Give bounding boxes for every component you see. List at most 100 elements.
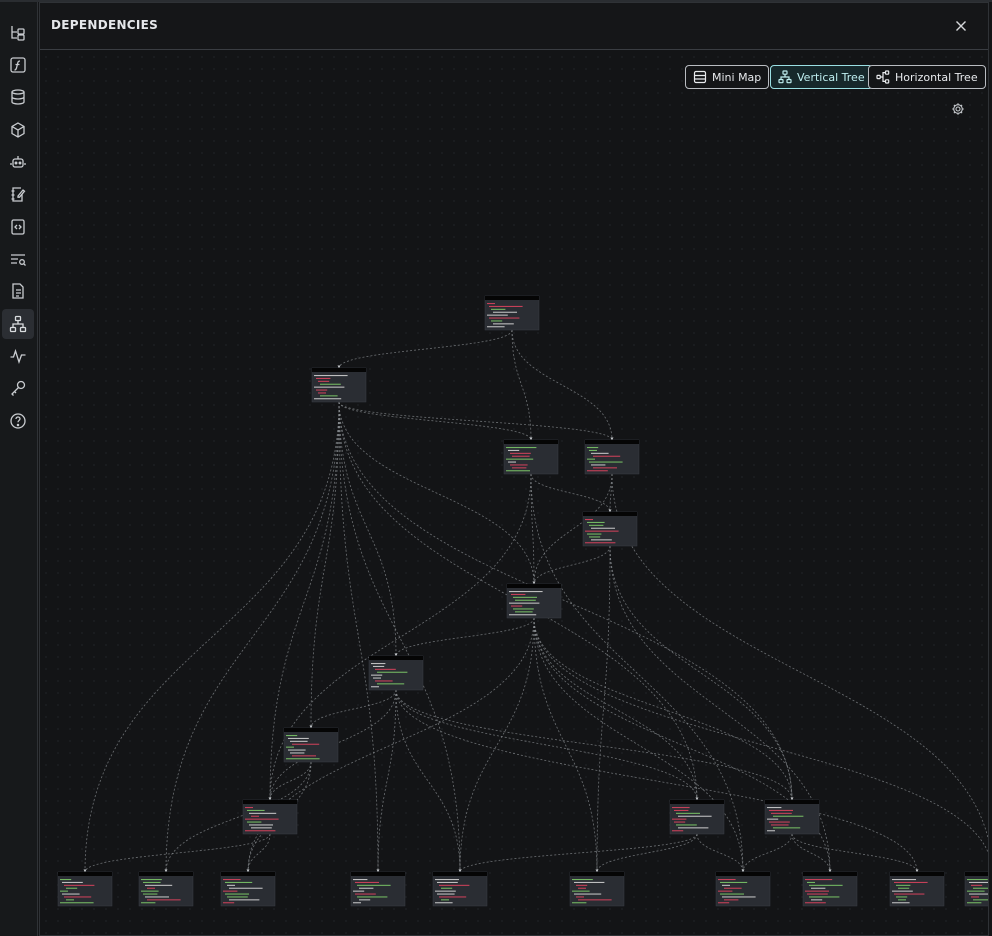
dependency-node[interactable] xyxy=(503,437,559,475)
node-code-line xyxy=(316,389,328,391)
node-input-port xyxy=(458,869,462,872)
dependency-node[interactable] xyxy=(220,869,276,907)
node-input-port xyxy=(246,869,250,872)
mini-map-button[interactable]: Mini Map xyxy=(685,65,770,89)
sidebar-item-database[interactable] xyxy=(2,82,34,112)
dependency-edge xyxy=(533,617,988,855)
sidebar-item-documents[interactable] xyxy=(2,276,34,306)
sidebar-item-functions[interactable] xyxy=(2,50,34,80)
panel-header: DEPENDENCIES xyxy=(40,3,988,50)
node-code-line xyxy=(493,323,514,325)
node-code-line xyxy=(510,452,531,454)
dependency-node[interactable] xyxy=(484,295,540,331)
node-header xyxy=(507,584,561,588)
node-header xyxy=(485,296,539,300)
node-input-port xyxy=(608,509,612,512)
sidebar-item-secrets[interactable] xyxy=(2,373,34,403)
node-body xyxy=(715,871,771,907)
node-code-line xyxy=(585,542,616,544)
close-icon xyxy=(956,21,966,31)
gear-icon[interactable] xyxy=(951,102,965,116)
node-code-line xyxy=(314,386,345,388)
dependency-node[interactable] xyxy=(57,869,113,907)
node-code-line xyxy=(229,899,260,901)
dependency-edge xyxy=(338,401,532,441)
node-code-line xyxy=(722,896,756,898)
dependency-edge xyxy=(395,617,535,657)
node-input-port xyxy=(309,725,313,728)
dependency-node[interactable] xyxy=(311,365,367,403)
dependency-edge xyxy=(395,689,918,873)
dependency-edge xyxy=(338,401,613,441)
node-code-line xyxy=(145,896,169,898)
sidebar-item-packages[interactable] xyxy=(2,115,34,145)
horizontal-tree-button[interactable]: Horizontal Tree xyxy=(868,65,986,89)
sidebar-item-help[interactable] xyxy=(2,406,34,436)
dependency-node[interactable] xyxy=(368,653,424,691)
node-code-line xyxy=(973,887,988,889)
node-code-line xyxy=(316,377,331,379)
dependency-node[interactable] xyxy=(764,797,820,835)
close-button[interactable] xyxy=(952,17,970,35)
sidebar-item-search[interactable] xyxy=(2,244,34,274)
sidebar-item-snippets[interactable] xyxy=(2,212,34,242)
node-code-line xyxy=(587,458,595,460)
node-header xyxy=(351,872,405,876)
node-input-port xyxy=(915,869,919,872)
dependency-graph-canvas[interactable]: Mini Map Vertical Tree Horizontal Tree xyxy=(40,51,988,935)
dependency-node[interactable] xyxy=(584,437,640,475)
dependency-node[interactable] xyxy=(569,869,625,907)
node-code-line xyxy=(489,305,523,307)
dependency-edge xyxy=(395,689,698,801)
dependency-node[interactable] xyxy=(669,797,725,835)
node-code-line xyxy=(247,821,262,823)
dependency-node[interactable] xyxy=(964,870,988,907)
vertical-tree-icon xyxy=(778,70,792,84)
node-code-line xyxy=(513,596,537,598)
node-code-line xyxy=(771,812,792,814)
dependency-edge xyxy=(533,617,698,801)
node-code-line xyxy=(969,881,988,883)
node-header xyxy=(221,872,275,876)
sidebar-item-notebook[interactable] xyxy=(2,179,34,209)
node-body xyxy=(506,583,562,619)
dependency-node[interactable] xyxy=(715,869,771,907)
node-body xyxy=(669,799,725,835)
node-code-line xyxy=(576,884,588,886)
node-code-line xyxy=(585,530,619,532)
node-code-line xyxy=(722,884,730,886)
node-code-line xyxy=(357,884,391,886)
dependency-node[interactable] xyxy=(802,869,858,907)
dependency-node[interactable] xyxy=(283,725,339,763)
node-header xyxy=(243,800,297,804)
dependency-tree-icon xyxy=(9,315,27,333)
node-code-line xyxy=(506,470,530,472)
dependency-node[interactable] xyxy=(582,509,638,547)
node-code-line xyxy=(487,326,505,328)
sidebar-item-explorer[interactable] xyxy=(2,18,34,48)
node-code-line xyxy=(141,890,159,892)
node-code-line xyxy=(771,824,789,826)
node-code-line xyxy=(62,881,83,883)
node-code-line xyxy=(353,902,361,904)
sidebar-item-activity[interactable] xyxy=(2,341,34,371)
dependency-edge xyxy=(338,401,379,873)
node-code-line xyxy=(515,611,533,613)
graph-nodes xyxy=(57,295,988,907)
dependency-node[interactable] xyxy=(138,869,194,907)
vertical-tree-button[interactable]: Vertical Tree xyxy=(770,65,873,89)
sidebar-item-ai-assistant[interactable] xyxy=(2,147,34,177)
dependency-node[interactable] xyxy=(242,797,298,835)
node-code-line xyxy=(898,899,906,901)
dependency-node[interactable] xyxy=(889,869,945,907)
dependency-node[interactable] xyxy=(350,869,406,907)
dependency-node[interactable] xyxy=(432,869,488,907)
node-code-line xyxy=(674,809,689,811)
sidebar-item-dependencies[interactable] xyxy=(2,309,34,339)
dependency-edge xyxy=(338,329,513,369)
node-code-line xyxy=(971,896,979,898)
node-code-line xyxy=(353,890,365,892)
node-code-line xyxy=(286,746,294,748)
dependency-node[interactable] xyxy=(506,581,562,619)
node-code-line xyxy=(969,893,988,895)
